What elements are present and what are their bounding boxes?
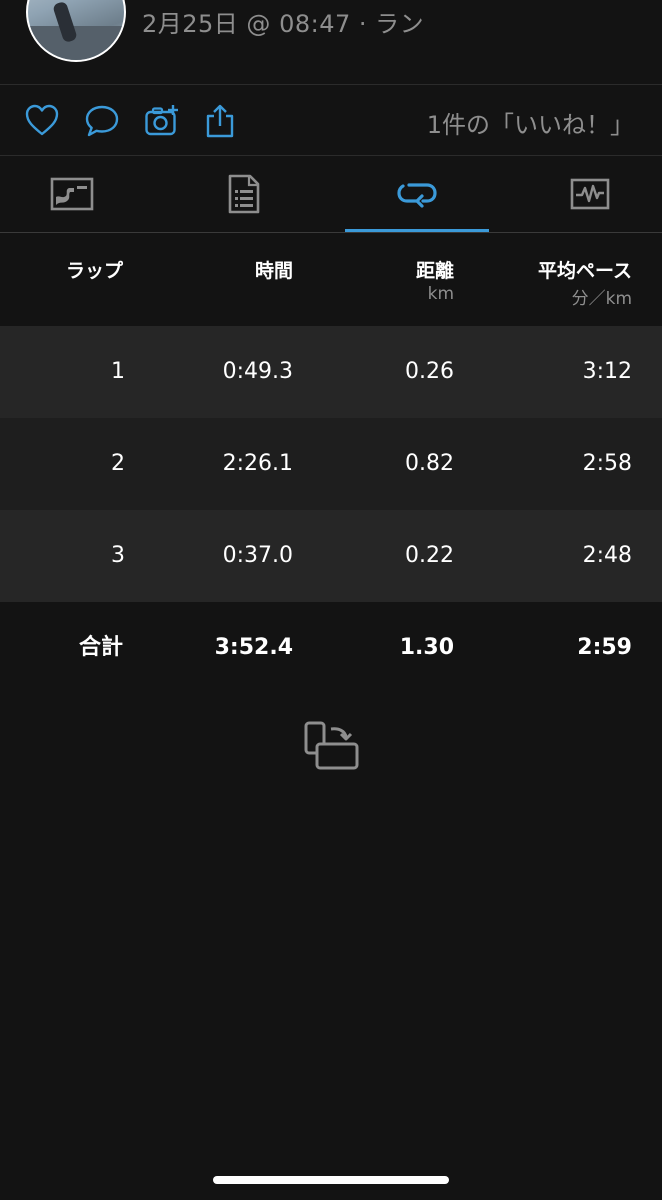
- lap-number: 2: [111, 451, 125, 476]
- tab-map[interactable]: [0, 156, 144, 232]
- laps-table-header: ラップ 時間 距離 km 平均ペース 分／km: [0, 234, 662, 326]
- total-label: 合計: [78, 635, 123, 660]
- column-header-time[interactable]: 時間: [255, 256, 293, 283]
- lap-number: 1: [111, 359, 125, 384]
- total-time: 3:52.4: [214, 635, 293, 660]
- lap-distance: 0.26: [405, 359, 454, 384]
- add-photo-icon[interactable]: [144, 103, 180, 139]
- rotate-device-icon[interactable]: [303, 720, 361, 772]
- lap-number: 3: [111, 543, 125, 568]
- tabs-divider: [0, 232, 662, 233]
- table-row[interactable]: 3 0:37.0 0.22 2:48: [0, 510, 662, 602]
- lap-pace: 3:12: [582, 359, 632, 384]
- column-header-avg-pace[interactable]: 平均ペース: [538, 256, 632, 283]
- activity-subtitle: 2月25日 @ 08:47 · ラン: [142, 10, 425, 38]
- activity-tabs: [0, 156, 662, 232]
- likes-count[interactable]: 1件の「いいね！」: [427, 105, 634, 140]
- share-icon[interactable]: [202, 103, 238, 139]
- activity-laps-page: 2月25日 @ 08:47 · ラン 1件の「いいね！」 ラップ 時間 距離 k…: [0, 0, 662, 1200]
- activity-header: 2月25日 @ 08:47 · ラン: [0, 0, 662, 84]
- photo-ground: [28, 26, 124, 60]
- table-row[interactable]: 1 0:49.3 0.26 3:12: [0, 326, 662, 418]
- details-icon: [228, 174, 260, 214]
- table-row[interactable]: 2 2:26.1 0.82 2:58: [0, 418, 662, 510]
- total-pace: 2:59: [577, 635, 632, 660]
- tab-laps[interactable]: [345, 156, 489, 232]
- heart-icon[interactable]: [24, 103, 60, 139]
- column-unit-avg-pace: 分／km: [571, 289, 632, 309]
- lap-time: 0:37.0: [222, 543, 293, 568]
- lap-pace: 2:58: [582, 451, 632, 476]
- column-unit-distance: km: [427, 284, 454, 304]
- lap-distance: 0.22: [405, 543, 454, 568]
- lap-pace: 2:48: [582, 543, 632, 568]
- column-header-distance[interactable]: 距離: [416, 256, 454, 283]
- column-header-lap[interactable]: ラップ: [66, 256, 123, 283]
- lap-distance: 0.82: [405, 451, 454, 476]
- map-icon: [50, 177, 94, 211]
- activity-photo-avatar[interactable]: [26, 0, 126, 62]
- charts-icon: [570, 178, 610, 210]
- tab-details[interactable]: [172, 156, 316, 232]
- total-distance: 1.30: [399, 635, 454, 660]
- lap-time: 2:26.1: [222, 451, 293, 476]
- comment-icon[interactable]: [84, 103, 120, 139]
- lap-time: 0:49.3: [222, 359, 293, 384]
- laps-icon: [397, 183, 437, 208]
- home-indicator[interactable]: [213, 1176, 449, 1184]
- tab-charts[interactable]: [518, 156, 662, 232]
- totals-row: 合計 3:52.4 1.30 2:59: [0, 602, 662, 694]
- action-bar: 1件の「いいね！」: [0, 85, 662, 155]
